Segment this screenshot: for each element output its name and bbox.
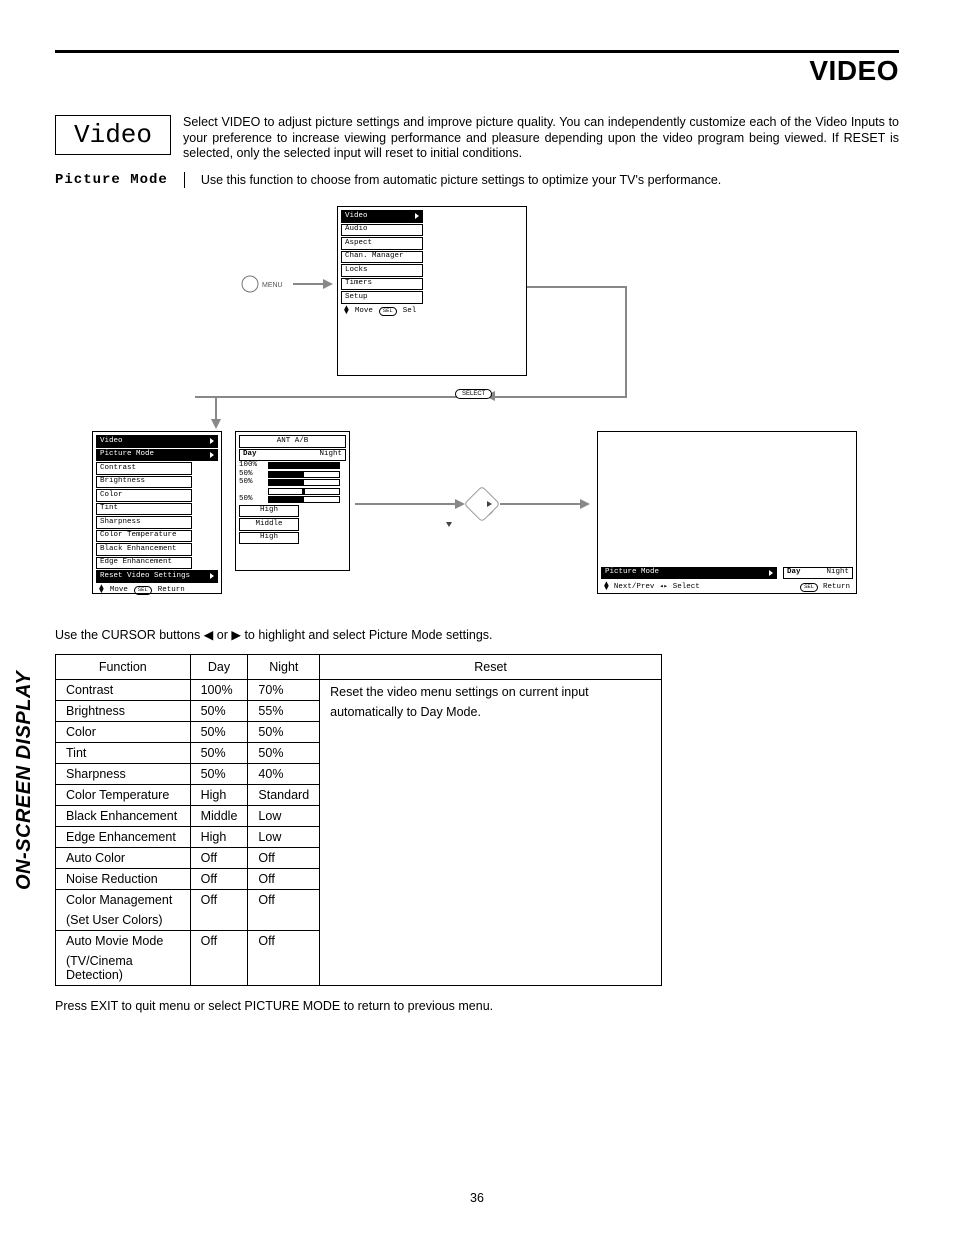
osd-item: Timers xyxy=(341,278,423,291)
osd-pm-panel: Picture Mode DayNight ▲▼Next/Prev ◂▸Sele… xyxy=(597,431,857,594)
osd-item-selected: Video xyxy=(341,210,423,223)
arrow-line xyxy=(500,503,580,505)
video-section-box: Video xyxy=(55,115,171,155)
osd-item: Audio xyxy=(341,224,423,237)
picture-mode-label: Picture Mode xyxy=(55,172,168,188)
page-header-title: VIDEO xyxy=(55,55,899,87)
osd-values-panel: ANT A/B DayNight 100% 50% 50% 50% 50% Hi… xyxy=(235,431,350,571)
osd-item: Locks xyxy=(341,264,423,277)
osd-title: Video xyxy=(96,435,218,448)
arrow-head-icon xyxy=(455,499,465,509)
osd-footer: ▲▼ Move SEL Return xyxy=(96,584,218,596)
osd-item: Color Temperature xyxy=(96,530,192,543)
cursor-right-icon: ▶ xyxy=(231,628,241,642)
picture-mode-desc: Use this function to choose from automat… xyxy=(201,172,721,188)
reset-description: Reset the video menu settings on current… xyxy=(320,680,662,986)
osd-item: Aspect xyxy=(341,237,423,250)
osd-item: Sharpness xyxy=(96,516,192,529)
osd-item: Edge Enhancement xyxy=(96,557,192,570)
arrow-line xyxy=(355,503,455,505)
arrow-head-icon xyxy=(323,279,333,289)
arrow-line xyxy=(195,396,627,398)
nav-down-icon xyxy=(446,522,452,527)
osd-val: High xyxy=(239,505,299,518)
osd-item: Brightness xyxy=(96,476,192,489)
arrow-head-icon xyxy=(211,419,221,429)
nav-right-icon xyxy=(487,501,492,507)
osd-source: ANT A/B xyxy=(239,435,346,448)
th-reset: Reset xyxy=(320,655,662,680)
arrow-line xyxy=(215,396,217,421)
osd-item-reset: Reset Video Settings xyxy=(96,570,218,583)
osd-pm-value: DayNight xyxy=(783,567,853,580)
osd-val: 50% xyxy=(239,471,253,479)
page-number: 36 xyxy=(0,1191,954,1205)
tint-bar xyxy=(268,488,340,495)
th-day: Day xyxy=(190,655,248,680)
cursor-left-icon: ◀ xyxy=(204,628,214,642)
th-function: Function xyxy=(56,655,191,680)
osd-val: 50% xyxy=(239,479,253,487)
osd-item-selected: Picture Mode xyxy=(96,449,218,462)
intro-paragraph: Select VIDEO to adjust picture settings … xyxy=(183,115,899,162)
osd-pm-title: Picture Mode xyxy=(601,567,777,580)
arrow-line xyxy=(527,286,627,288)
osd-val: 50% xyxy=(239,496,253,504)
osd-video-panel: Video Picture Mode Contrast Brightness C… xyxy=(92,431,222,594)
osd-item: Black Enhancement xyxy=(96,543,192,556)
arrow-line xyxy=(293,283,323,285)
osd-main-panel: Video Audio Aspect Chan. Manager Locks T… xyxy=(337,206,527,376)
exit-instruction: Press EXIT to quit menu or select PICTUR… xyxy=(55,999,899,1013)
osd-diagram: MENU Video Audio Aspect Chan. Manager Lo… xyxy=(55,206,899,601)
osd-item: Tint xyxy=(96,503,192,516)
osd-item: Contrast xyxy=(96,462,192,475)
settings-table: Function Day Night Reset Contrast 100% 7… xyxy=(55,654,662,986)
osd-val: 100% xyxy=(239,462,257,470)
osd-footer: ▲▼Next/Prev ◂▸Select SEL Return xyxy=(601,581,853,593)
sidebar-section-label: ON-SCREEN DISPLAY xyxy=(13,671,36,890)
header-rule xyxy=(55,50,899,53)
osd-item: Color xyxy=(96,489,192,502)
nav-diamond-icon xyxy=(464,486,501,523)
arrow-head-icon xyxy=(580,499,590,509)
th-night: Night xyxy=(248,655,320,680)
osd-item: Setup xyxy=(341,291,423,304)
osd-val: Middle xyxy=(239,518,299,531)
osd-pm-value: DayNight xyxy=(239,449,346,462)
select-button-pill: SELECT xyxy=(455,389,492,399)
vertical-divider xyxy=(184,172,185,188)
osd-footer: ▲▼ Move SEL Sel xyxy=(341,305,523,317)
table-row: Contrast 100% 70% Reset the video menu s… xyxy=(56,680,662,701)
menu-button-icon: MENU xyxy=(240,274,290,294)
cursor-instruction: Use the CURSOR buttons ◀ or ▶ to highlig… xyxy=(55,627,899,642)
osd-item: Chan. Manager xyxy=(341,251,423,264)
arrow-line xyxy=(625,286,627,396)
svg-text:MENU: MENU xyxy=(262,282,283,289)
osd-val: High xyxy=(239,532,299,545)
